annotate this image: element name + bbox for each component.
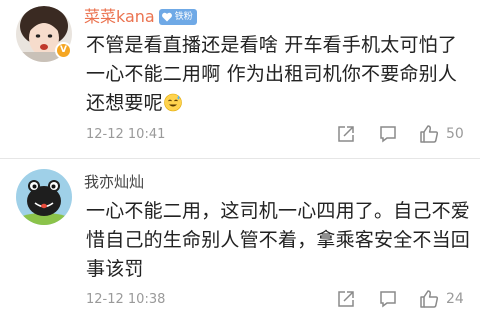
like-count: 24 [446, 291, 464, 307]
username[interactable]: 菜菜kana [84, 7, 155, 27]
vip-badge-icon: V [55, 42, 72, 59]
fan-badge: 铁粉 [158, 9, 197, 25]
comment-text: 一心不能二用，这司机一心四用了。自己不爱惜自己的生命别人管不着，拿乘客安全不当回… [86, 200, 471, 280]
name-row: 我亦灿灿 [84, 172, 144, 192]
heart-icon [161, 12, 172, 22]
like-count: 50 [446, 126, 464, 142]
thumbs-up-icon [420, 290, 439, 308]
comment-footer: 12-12 10:41 50 [86, 123, 468, 145]
avatar[interactable] [16, 169, 72, 225]
comment-icon[interactable] [378, 289, 398, 313]
fan-badge-label: 铁粉 [174, 12, 193, 22]
comment-item: V 菜菜kana 铁粉 不管是看直播还是看啥 开车看手机太可怕了 一心不能二用啊… [0, 0, 480, 158]
timestamp: 12-12 10:38 [86, 291, 166, 307]
comment-text-content: 不管是看直播还是看啥 开车看手机太可怕了 一心不能二用啊 作为出租司机你不要命别… [86, 34, 464, 114]
share-icon[interactable] [336, 124, 356, 148]
sweat-smile-emoji-icon [164, 93, 182, 112]
comment-footer: 12-12 10:38 24 [86, 288, 468, 310]
name-row: 菜菜kana 铁粉 [84, 7, 197, 27]
share-icon[interactable] [336, 289, 356, 313]
comment-item: 我亦灿灿 一心不能二用，这司机一心四用了。自己不爱惜自己的生命别人管不着，拿乘客… [0, 158, 480, 314]
comment-icon[interactable] [378, 124, 398, 148]
timestamp: 12-12 10:41 [86, 126, 166, 142]
like-button[interactable]: 24 [418, 288, 464, 310]
thumbs-up-icon [420, 125, 439, 143]
like-button[interactable]: 50 [418, 123, 464, 145]
comment-text: 不管是看直播还是看啥 开车看手机太可怕了 一心不能二用啊 作为出租司机你不要命别… [86, 31, 470, 118]
username[interactable]: 我亦灿灿 [84, 172, 144, 192]
